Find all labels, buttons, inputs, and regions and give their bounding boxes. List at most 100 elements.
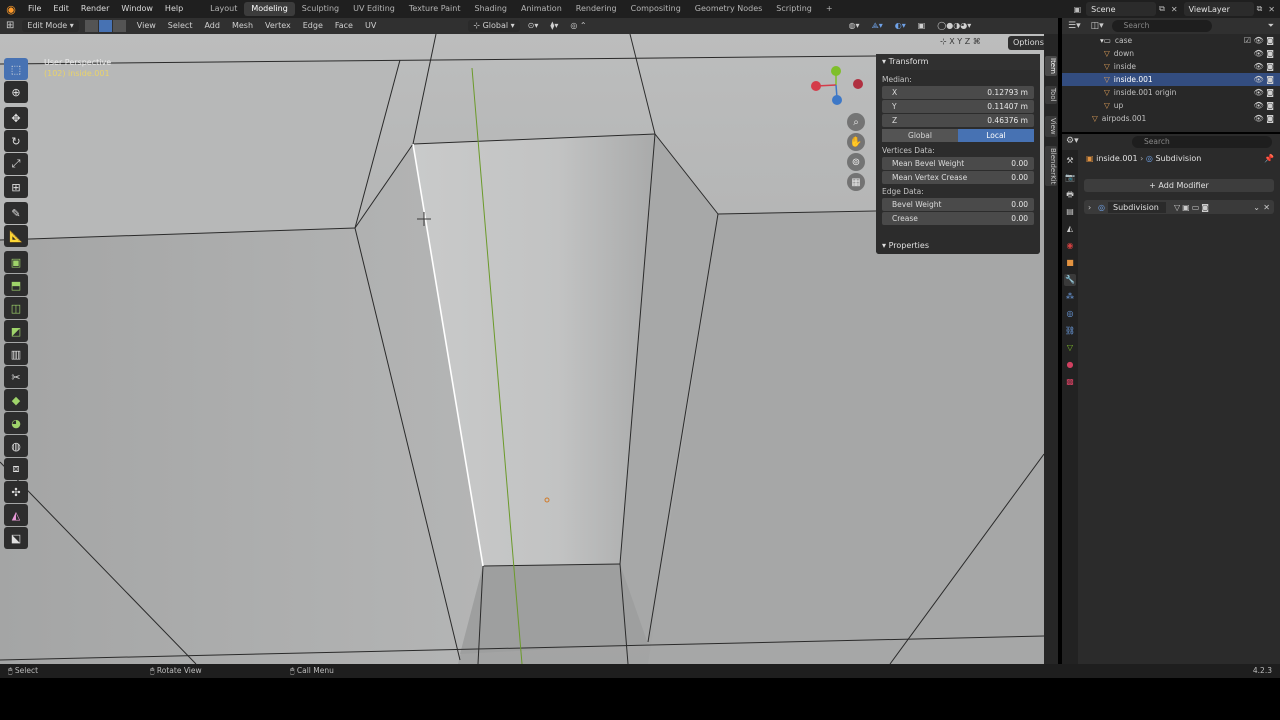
extrude-tool-icon[interactable]: ⬒ bbox=[4, 274, 28, 296]
visibility-icon[interactable]: ◍▾ bbox=[843, 18, 866, 34]
face-select-icon[interactable] bbox=[112, 20, 126, 32]
data-tab-icon[interactable]: ▽ bbox=[1064, 342, 1076, 354]
shear-tool-icon[interactable]: ◭ bbox=[4, 504, 28, 526]
tab-geometry-nodes[interactable]: Geometry Nodes bbox=[688, 0, 769, 18]
edge-slide-tool-icon[interactable]: ⧈ bbox=[4, 458, 28, 480]
outliner-item-down[interactable]: ▽ down 👁 ◙ bbox=[1062, 47, 1280, 60]
tab-layout[interactable]: Layout bbox=[203, 0, 244, 18]
scene-selector[interactable]: Scene bbox=[1086, 2, 1157, 16]
tab-view[interactable]: View bbox=[1045, 116, 1057, 137]
mirror-z[interactable]: Z bbox=[965, 37, 970, 46]
move-tool-icon[interactable]: ✥ bbox=[4, 107, 28, 129]
outliner-editor-icon[interactable]: ☰▾ bbox=[1068, 21, 1081, 31]
tab-modeling[interactable]: Modeling bbox=[244, 2, 295, 16]
new-viewlayer-icon[interactable]: ⧉ bbox=[1257, 4, 1263, 14]
median-y-field[interactable]: Y 0.11407 m bbox=[882, 100, 1034, 113]
expand-chevron-icon[interactable]: › bbox=[1088, 203, 1091, 212]
xray-icon[interactable]: ▣ bbox=[912, 18, 932, 34]
menu-vertex[interactable]: Vertex bbox=[259, 18, 297, 34]
menu-file[interactable]: File bbox=[22, 0, 47, 18]
render-tab-icon[interactable]: 📷 bbox=[1064, 172, 1076, 184]
constraints-tab-icon[interactable]: ⛓ bbox=[1064, 325, 1076, 337]
menu-select[interactable]: Select bbox=[162, 18, 199, 34]
shading-modes-icon[interactable]: ◯●◑◕▾ bbox=[931, 18, 977, 34]
menu-render[interactable]: Render bbox=[75, 0, 115, 18]
menu-edge[interactable]: Edge bbox=[297, 18, 329, 34]
outliner-item-inside[interactable]: ▽ inside 👁 ◙ bbox=[1062, 60, 1280, 73]
outliner-item-up[interactable]: ▽ up 👁 ◙ bbox=[1062, 99, 1280, 112]
menu-view[interactable]: View bbox=[131, 18, 162, 34]
bevel-weight-field[interactable]: Bevel Weight 0.00 bbox=[882, 198, 1034, 211]
row-visibility-icons[interactable]: 👁 ◙ bbox=[1254, 86, 1274, 99]
filter-icon[interactable]: ⏷ bbox=[1268, 21, 1274, 31]
tab-uv-editing[interactable]: UV Editing bbox=[346, 0, 402, 18]
row-visibility-icons[interactable]: 👁 ◙ bbox=[1254, 60, 1274, 73]
material-tab-icon[interactable]: ● bbox=[1064, 359, 1076, 371]
transform-orientation-dropdown[interactable]: ⊹ Global ▾ bbox=[468, 20, 520, 32]
ortho-grid-icon[interactable]: ▦ bbox=[847, 173, 865, 191]
add-modifier-button[interactable]: + Add Modifier bbox=[1084, 179, 1274, 192]
median-z-field[interactable]: Z 0.46376 m bbox=[882, 114, 1034, 127]
outliner-search-input[interactable]: Search bbox=[1111, 20, 1212, 32]
smooth-tool-icon[interactable]: ◍ bbox=[4, 435, 28, 457]
loop-cut-tool-icon[interactable]: ▥ bbox=[4, 343, 28, 365]
local-toggle[interactable]: Local bbox=[958, 129, 1034, 142]
proportional-edit-icon[interactable]: ◎ ⌃ bbox=[564, 18, 592, 34]
scene-tab-icon[interactable]: ◭ bbox=[1064, 223, 1076, 235]
menu-add[interactable]: Add bbox=[198, 18, 226, 34]
inset-tool-icon[interactable]: ◫ bbox=[4, 297, 28, 319]
outliner-item-inside-001[interactable]: ▽ inside.001 👁 ◙ bbox=[1062, 73, 1280, 86]
tab-shading[interactable]: Shading bbox=[467, 0, 514, 18]
tab-sculpting[interactable]: Sculpting bbox=[295, 0, 346, 18]
global-toggle[interactable]: Global bbox=[882, 129, 958, 142]
add-workspace-icon[interactable]: + bbox=[819, 0, 840, 18]
outliner-item-case[interactable]: ▾▭ case ☑ 👁 ◙ bbox=[1062, 34, 1280, 47]
spin-tool-icon[interactable]: ◕ bbox=[4, 412, 28, 434]
poly-build-tool-icon[interactable]: ◆ bbox=[4, 389, 28, 411]
menu-window[interactable]: Window bbox=[115, 0, 159, 18]
pivot-icon[interactable]: ⊙▾ bbox=[522, 18, 545, 34]
properties-panel-header[interactable]: ▾ Properties bbox=[876, 238, 1040, 254]
bevel-tool-icon[interactable]: ◩ bbox=[4, 320, 28, 342]
mode-dropdown[interactable]: Edit Mode ▾ bbox=[22, 20, 79, 32]
vertex-select-icon[interactable] bbox=[84, 20, 98, 32]
modifier-name-field[interactable]: Subdivision bbox=[1108, 201, 1166, 213]
options-dropdown[interactable]: Options ▾ bbox=[1008, 36, 1044, 61]
editor-type-icon[interactable]: ⊞ bbox=[0, 18, 20, 34]
world-tab-icon[interactable]: ◉ bbox=[1064, 240, 1076, 252]
view-layer-tab-icon[interactable]: ▤ bbox=[1064, 206, 1076, 218]
delete-viewlayer-icon[interactable]: ✕ bbox=[1268, 5, 1275, 14]
mean-vertex-crease-field[interactable]: Mean Vertex Crease 0.00 bbox=[882, 171, 1034, 184]
display-mode-icon[interactable]: ◫▾ bbox=[1091, 21, 1104, 31]
texture-tab-icon[interactable]: ▩ bbox=[1064, 376, 1076, 388]
pan-hand-icon[interactable]: ✋ bbox=[847, 133, 865, 151]
physics-tab-icon[interactable]: ◎ bbox=[1064, 308, 1076, 320]
row-visibility-icons[interactable]: 👁 ◙ bbox=[1254, 99, 1274, 112]
remove-modifier-icon[interactable]: ✕ bbox=[1263, 203, 1270, 212]
viewlayer-selector[interactable]: ViewLayer bbox=[1183, 2, 1254, 16]
mean-bevel-weight-field[interactable]: Mean Bevel Weight 0.00 bbox=[882, 157, 1034, 170]
particles-tab-icon[interactable]: ⁂ bbox=[1064, 291, 1076, 303]
row-visibility-icons[interactable]: ☑ 👁 ◙ bbox=[1244, 34, 1274, 47]
modifier-toggle-icons[interactable]: ▽▣▭◙ bbox=[1174, 203, 1211, 212]
pin-icon[interactable]: 📌 bbox=[1264, 154, 1274, 163]
new-scene-icon[interactable]: ⧉ bbox=[1159, 4, 1165, 14]
tab-texture-paint[interactable]: Texture Paint bbox=[402, 0, 468, 18]
transform-tool-icon[interactable]: ⊞ bbox=[4, 176, 28, 198]
delete-scene-icon[interactable]: ✕ bbox=[1171, 5, 1178, 14]
measure-tool-icon[interactable]: 📐 bbox=[4, 225, 28, 247]
median-x-field[interactable]: X 0.12793 m bbox=[882, 86, 1034, 99]
knife-tool-icon[interactable]: ✂ bbox=[4, 366, 28, 388]
camera-view-icon[interactable]: ⊚ bbox=[847, 153, 865, 171]
properties-search-input[interactable]: Search bbox=[1132, 136, 1272, 148]
mirror-x[interactable]: X bbox=[949, 37, 954, 46]
tab-animation[interactable]: Animation bbox=[514, 0, 569, 18]
menu-help[interactable]: Help bbox=[159, 0, 189, 18]
modifier-menu-icon[interactable]: ⌄ bbox=[1253, 203, 1260, 212]
menu-face[interactable]: Face bbox=[329, 18, 359, 34]
tab-item[interactable]: Item bbox=[1045, 56, 1057, 76]
outliner-item-airpods-001[interactable]: ▽ airpods.001 👁 ◙ bbox=[1062, 112, 1280, 125]
zoom-icon[interactable]: ⌕ bbox=[847, 113, 865, 131]
menu-uv[interactable]: UV bbox=[359, 18, 382, 34]
subdivision-modifier-row[interactable]: › ◎ Subdivision ▽▣▭◙ ⌄ ✕ bbox=[1084, 200, 1274, 214]
